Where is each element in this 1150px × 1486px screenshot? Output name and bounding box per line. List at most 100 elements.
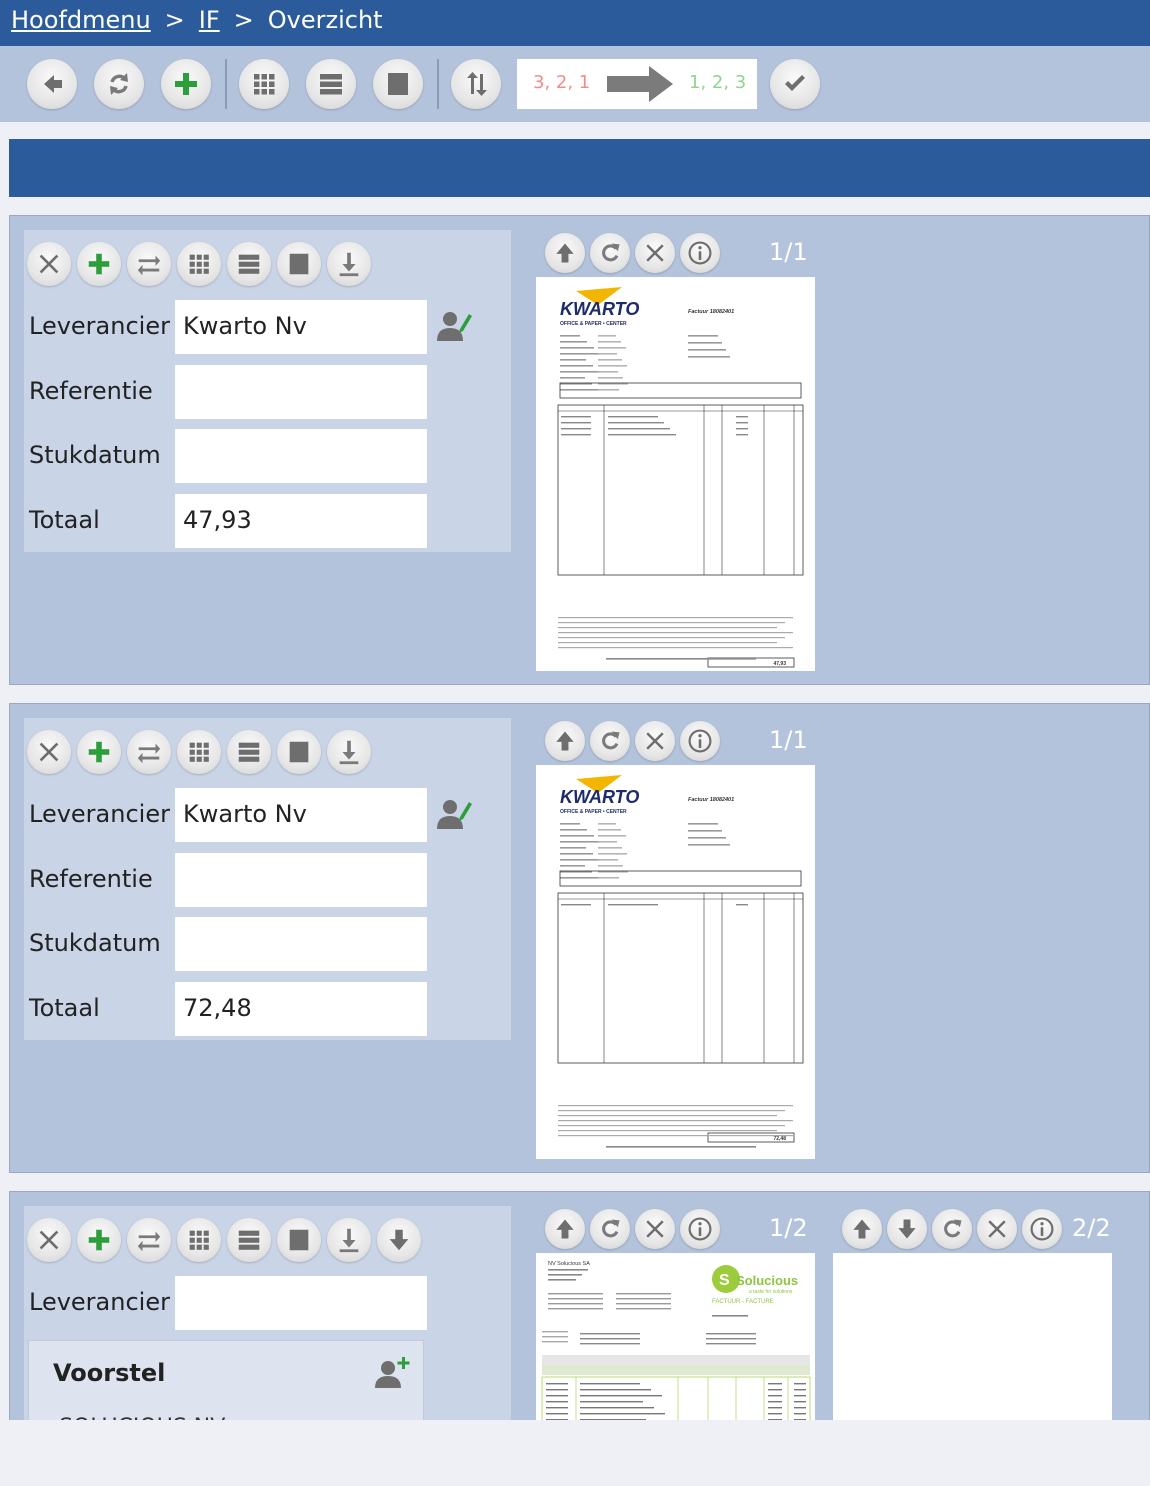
swap-icon: [137, 1231, 161, 1252]
list-view-button[interactable]: [306, 59, 356, 109]
delete-icon: [646, 732, 664, 750]
confirm-button[interactable]: [770, 59, 820, 109]
page-bottom: [0, 1420, 1150, 1486]
delete-button[interactable]: [27, 242, 71, 286]
referentie-field[interactable]: [175, 853, 427, 907]
leverancier-label: Leverancier: [29, 312, 170, 340]
leverancier-label: Leverancier: [29, 800, 170, 828]
list-view-icon: [238, 742, 260, 762]
top-bar: Hoofdmenu > IF > Overzicht: [0, 0, 1150, 46]
delete-button[interactable]: [27, 730, 71, 774]
referentie-label: Referentie: [29, 865, 153, 893]
stukdatum-field[interactable]: [175, 917, 427, 971]
grid-view-button[interactable]: [177, 1218, 221, 1262]
grid-view-icon: [254, 74, 275, 95]
list-view-icon: [238, 1230, 260, 1250]
grid-view-button[interactable]: [239, 59, 289, 109]
delete-button[interactable]: [635, 1209, 675, 1249]
move-down-icon: [898, 1219, 916, 1239]
sort-icon: [467, 72, 487, 96]
edit-supplier-icon[interactable]: [436, 309, 472, 343]
leverancier-field[interactable]: Kwarto Nv: [175, 788, 427, 842]
page-indicator: 1/1: [769, 238, 808, 266]
single-view-button[interactable]: [277, 242, 321, 286]
page-indicator: 1/2: [769, 1214, 808, 1242]
list-view-button[interactable]: [227, 242, 271, 286]
swap-button[interactable]: [127, 242, 171, 286]
breadcrumb-home-link[interactable]: Hoofdmenu: [11, 6, 151, 34]
refresh-button[interactable]: [94, 59, 144, 109]
invoice-number: Factuur 18082401: [688, 309, 734, 315]
info-button[interactable]: [1022, 1209, 1062, 1249]
grid-view-button[interactable]: [177, 242, 221, 286]
referentie-field[interactable]: [175, 365, 427, 419]
totaal-label: Totaal: [29, 994, 100, 1022]
invoice-card: Leverancier Kwarto Nv Referentie Stukdatum T…: [9, 215, 1150, 685]
download-icon: [339, 1228, 359, 1253]
totaal-field[interactable]: 72,48: [175, 982, 427, 1036]
single-view-button[interactable]: [277, 730, 321, 774]
move-up-button[interactable]: [545, 721, 585, 761]
move-down-button[interactable]: [887, 1209, 927, 1249]
add-button[interactable]: [77, 242, 121, 286]
invoice-form-panel: Leverancier Kwarto Nv Referentie Stukdatum T…: [24, 230, 511, 552]
delete-button[interactable]: [635, 721, 675, 761]
leverancier-field[interactable]: Kwarto Nv: [175, 300, 427, 354]
sort-order-toggle[interactable]: 3, 2, 1 1, 2, 3: [517, 59, 757, 109]
invoice-preview[interactable]: NV Solucious SA S Solucious a taste for sol…: [536, 1253, 815, 1433]
single-view-button[interactable]: [373, 59, 423, 109]
download-button[interactable]: [327, 730, 371, 774]
stukdatum-field[interactable]: [175, 429, 427, 483]
invoice-preview[interactable]: KWARTO OFFICE & PAPER • CENTER Factuur 180…: [536, 765, 815, 1159]
leverancier-label: Leverancier: [29, 1288, 170, 1316]
move-up-button[interactable]: [545, 233, 585, 273]
voorstel-box: VoorstelSOLUCIOUS NV: [28, 1340, 424, 1440]
download-button[interactable]: [327, 242, 371, 286]
info-button[interactable]: [680, 1209, 720, 1249]
delete-button[interactable]: [635, 233, 675, 273]
list-view-button[interactable]: [227, 1218, 271, 1262]
leverancier-field[interactable]: [175, 1276, 427, 1330]
sort-button[interactable]: [451, 59, 501, 109]
add-button[interactable]: [77, 730, 121, 774]
swap-button[interactable]: [127, 730, 171, 774]
rotate-icon: [602, 243, 620, 262]
rotate-button[interactable]: [932, 1209, 972, 1249]
add-person-icon[interactable]: [375, 1355, 411, 1389]
move-up-button[interactable]: [842, 1209, 882, 1249]
list-view-button[interactable]: [227, 730, 271, 774]
info-button[interactable]: [680, 721, 720, 761]
invoice-card: Leverancier Kwarto Nv Referentie Stukdatum T…: [9, 703, 1150, 1173]
toolbar-divider: [437, 59, 439, 109]
toolbar-divider: [225, 59, 227, 109]
rotate-button[interactable]: [590, 233, 630, 273]
delete-icon: [39, 254, 59, 274]
edit-supplier-icon[interactable]: [436, 797, 472, 831]
delete-button[interactable]: [977, 1209, 1017, 1249]
swap-button[interactable]: [127, 1218, 171, 1262]
rotate-button[interactable]: [590, 721, 630, 761]
single-view-button[interactable]: [277, 1218, 321, 1262]
move-up-icon: [556, 1219, 574, 1239]
move-up-button[interactable]: [545, 1209, 585, 1249]
invoice-total: 47,93: [773, 661, 786, 667]
invoice-preview-page-2[interactable]: [833, 1253, 1112, 1433]
invoice-total: 72,48: [773, 1136, 786, 1142]
delete-button[interactable]: [27, 1218, 71, 1262]
move-down-button[interactable]: [377, 1218, 421, 1262]
back-button[interactable]: [27, 59, 77, 109]
rotate-button[interactable]: [590, 1209, 630, 1249]
add-button[interactable]: [161, 59, 211, 109]
grid-view-button[interactable]: [177, 730, 221, 774]
add-icon: [88, 253, 110, 275]
invoice-tagline: a taste for solutions: [749, 1289, 793, 1295]
info-button[interactable]: [680, 233, 720, 273]
download-button[interactable]: [327, 1218, 371, 1262]
add-button[interactable]: [77, 1218, 121, 1262]
page-indicator: 2/2: [1072, 1214, 1111, 1242]
totaal-field[interactable]: 47,93: [175, 494, 427, 548]
breadcrumb-section-link[interactable]: IF: [199, 6, 220, 34]
invoice-preview[interactable]: KWARTO OFFICE & PAPER • CENTER Factuur 180…: [536, 277, 815, 671]
stukdatum-label: Stukdatum: [29, 441, 161, 469]
invoice-brand: Solucious: [736, 1273, 798, 1288]
